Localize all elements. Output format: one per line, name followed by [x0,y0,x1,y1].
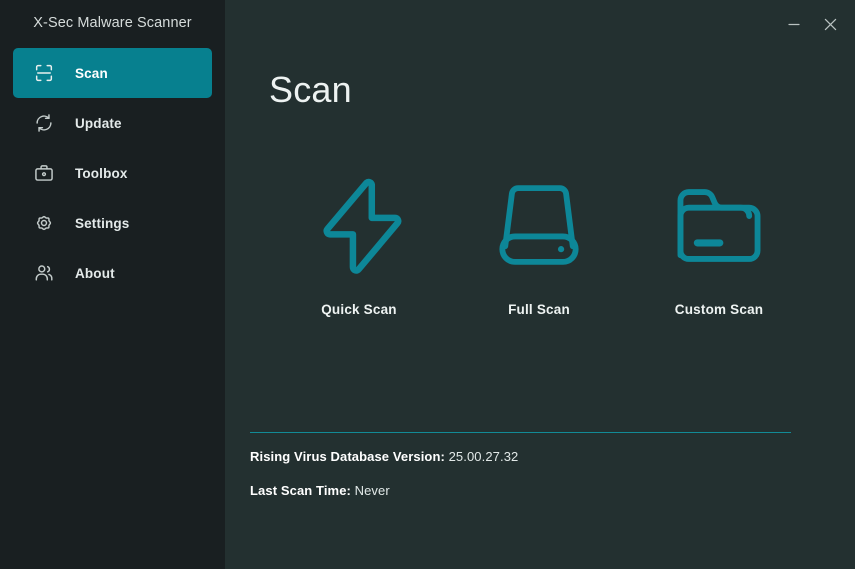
scan-options-row: Quick Scan Full Scan [269,170,811,317]
scan-option-label: Custom Scan [675,302,763,317]
sidebar-item-update[interactable]: Update [13,98,212,148]
gear-icon [32,211,56,235]
main-content: Scan Quick Scan Full Sc [225,0,855,569]
page-title: Scan [269,72,855,108]
folder-icon [669,170,769,280]
app-window: X-Sec Malware Scanner Scan [0,0,855,569]
scan-option-label: Quick Scan [321,302,397,317]
full-scan-option[interactable]: Full Scan [449,170,629,317]
last-scan-time-value: Never [355,483,390,498]
last-scan-time-label: Last Scan Time: [250,483,351,498]
custom-scan-option[interactable]: Custom Scan [629,170,809,317]
lightning-bolt-icon [307,170,411,280]
database-version-value: 25.00.27.32 [449,449,519,464]
sidebar-item-about[interactable]: About [13,248,212,298]
hard-drive-icon [489,170,589,280]
sidebar-item-settings[interactable]: Settings [13,198,212,248]
briefcase-icon [32,161,56,185]
refresh-icon [32,111,56,135]
sidebar-item-label: Update [75,116,122,131]
close-button[interactable] [817,12,843,36]
last-scan-time-row: Last Scan Time: Never [250,483,790,500]
scan-option-label: Full Scan [508,302,570,317]
info-block: Rising Virus Database Version: 25.00.27.… [250,449,790,517]
database-version-label: Rising Virus Database Version: [250,449,445,464]
scan-frame-icon [32,61,56,85]
sidebar-item-label: Toolbox [75,166,128,181]
minimize-button[interactable] [781,12,807,36]
sidebar-item-toolbox[interactable]: Toolbox [13,148,212,198]
database-version-row: Rising Virus Database Version: 25.00.27.… [250,449,790,466]
sidebar-item-label: Scan [75,66,108,81]
sidebar-item-label: About [75,266,115,281]
window-controls [781,12,843,36]
section-divider [250,432,791,433]
quick-scan-option[interactable]: Quick Scan [269,170,449,317]
app-title: X-Sec Malware Scanner [0,0,225,46]
sidebar-nav: Scan Update [0,48,225,298]
sidebar-item-scan[interactable]: Scan [13,48,212,98]
sidebar-item-label: Settings [75,216,129,231]
sidebar: X-Sec Malware Scanner Scan [0,0,225,569]
person-icon [32,261,56,285]
